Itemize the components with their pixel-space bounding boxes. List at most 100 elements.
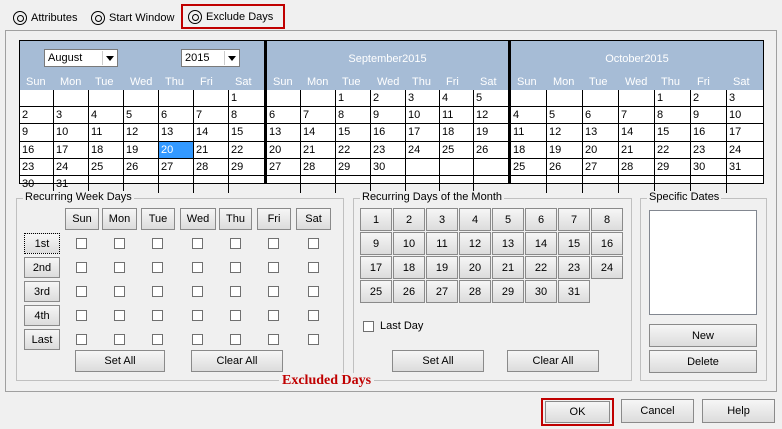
weekday-checkbox[interactable] — [268, 310, 279, 321]
weekday-column-mon[interactable]: Mon — [102, 208, 137, 230]
calendar-day[interactable]: 12 — [124, 124, 159, 141]
calendar-day[interactable]: 6 — [583, 107, 619, 124]
calendar-day[interactable]: 29 — [655, 158, 691, 175]
weekday-column-fri[interactable]: Fri — [257, 208, 291, 230]
calendar-day[interactable]: 20 — [583, 141, 619, 158]
calendar-day[interactable]: 19 — [474, 124, 508, 140]
calendar-day[interactable]: 3 — [406, 90, 440, 107]
month-clear-all-button[interactable]: Clear All — [507, 350, 599, 372]
weekday-checkbox[interactable] — [192, 238, 203, 249]
calendar-day[interactable]: 21 — [619, 141, 655, 158]
month-day-button[interactable]: 9 — [360, 232, 392, 255]
calendar-day[interactable]: 13 — [583, 124, 619, 141]
calendar-day[interactable]: 16 — [371, 124, 406, 141]
calendar-day[interactable]: 31 — [727, 159, 763, 175]
weekday-checkbox[interactable] — [268, 262, 279, 273]
weekday-checkbox[interactable] — [113, 262, 125, 273]
calendar-day[interactable]: 7 — [619, 107, 655, 124]
calendar-day[interactable]: 10 — [406, 107, 440, 124]
month-day-button[interactable]: 10 — [393, 232, 425, 255]
month-day-button[interactable]: 13 — [492, 232, 524, 255]
weekday-column-wed[interactable]: Wed — [180, 208, 216, 230]
calendar-day[interactable]: 26 — [124, 158, 159, 175]
calendar-day[interactable]: 15 — [655, 124, 691, 141]
weekday-checkbox[interactable] — [229, 334, 241, 345]
month-day-button[interactable]: 7 — [558, 208, 590, 231]
calendar-day[interactable]: 25 — [440, 141, 474, 158]
calendar-day[interactable]: 3 — [727, 90, 763, 106]
calendar-day[interactable]: 6 — [159, 107, 194, 124]
weekday-checkbox[interactable] — [229, 262, 241, 273]
month-day-button[interactable]: 1 — [360, 208, 392, 231]
month-day-button[interactable]: 18 — [393, 256, 425, 279]
tab-start-window[interactable]: Start Window — [86, 7, 179, 29]
calendar-day[interactable]: 3 — [54, 107, 89, 124]
calendar-day[interactable]: 5 — [474, 90, 508, 106]
calendar-day[interactable]: 18 — [440, 124, 474, 141]
calendar-day[interactable]: 30 — [371, 158, 406, 175]
month-day-button[interactable]: 23 — [558, 256, 590, 279]
month-set-all-button[interactable]: Set All — [392, 350, 484, 372]
calendar-day[interactable]: 21 — [194, 141, 229, 158]
calendar-day[interactable]: 17 — [727, 124, 763, 140]
weekday-checkbox[interactable] — [229, 310, 241, 321]
weekday-checkbox[interactable] — [152, 286, 163, 297]
calendar-day[interactable]: 27 — [583, 158, 619, 175]
calendar-day[interactable]: 8 — [229, 107, 264, 123]
month-day-button[interactable]: 22 — [525, 256, 557, 279]
month-day-button[interactable]: 15 — [558, 232, 590, 255]
calendar-day[interactable]: 10 — [54, 124, 89, 141]
calendar-day[interactable]: 19 — [547, 141, 583, 158]
calendar-day[interactable]: 1 — [655, 90, 691, 107]
calendar-day[interactable]: 18 — [89, 141, 124, 158]
last-day-checkbox[interactable] — [363, 321, 374, 332]
weekday-checkbox[interactable] — [76, 334, 87, 345]
calendar-day[interactable]: 4 — [511, 107, 547, 124]
week-clear-all-button[interactable]: Clear All — [191, 350, 283, 372]
month-day-button[interactable]: 11 — [426, 232, 458, 255]
weekday-column-tue[interactable]: Tue — [141, 208, 175, 230]
month-day-button[interactable]: 3 — [426, 208, 458, 231]
weekday-checkbox[interactable] — [307, 334, 319, 345]
month-day-button[interactable]: 2 — [393, 208, 425, 231]
month-day-button[interactable]: 16 — [591, 232, 623, 255]
weekday-checkbox[interactable] — [113, 286, 125, 297]
calendar-day[interactable]: 5 — [547, 107, 583, 124]
calendar-day[interactable]: 12 — [547, 124, 583, 141]
weekday-checkbox[interactable] — [307, 238, 319, 249]
calendar-day[interactable]: 2 — [371, 90, 406, 107]
calendar-day[interactable]: 20 — [159, 141, 194, 158]
weekday-checkbox[interactable] — [76, 238, 87, 249]
weekday-column-sun[interactable]: Sun — [65, 208, 99, 230]
calendar-day[interactable]: 23 — [371, 141, 406, 158]
weekday-checkbox[interactable] — [307, 286, 319, 297]
calendar-day[interactable]: 22 — [336, 141, 371, 158]
calendar-day[interactable]: 8 — [655, 107, 691, 124]
calendar-day[interactable]: 9 — [371, 107, 406, 124]
specific-dates-list[interactable] — [649, 210, 757, 315]
calendar-day[interactable]: 5 — [124, 107, 159, 124]
calendar-day[interactable]: 7 — [194, 107, 229, 124]
calendar-day[interactable]: 9 — [20, 124, 54, 141]
weekday-checkbox[interactable] — [113, 238, 125, 249]
weekday-checkbox[interactable] — [307, 262, 319, 273]
month-day-button[interactable]: 4 — [459, 208, 491, 231]
weekday-checkbox[interactable] — [307, 310, 319, 321]
month-day-button[interactable]: 19 — [426, 256, 458, 279]
weekday-checkbox[interactable] — [76, 286, 87, 297]
calendar-day[interactable]: 24 — [727, 142, 763, 158]
week-row-last[interactable]: Last — [24, 329, 60, 350]
calendar-day[interactable]: 29 — [336, 158, 371, 175]
week-row-3rd[interactable]: 3rd — [24, 281, 60, 302]
calendar-day[interactable]: 17 — [406, 124, 440, 141]
calendar-day[interactable]: 14 — [301, 124, 336, 141]
calendar-day[interactable]: 25 — [89, 158, 124, 175]
calendar-day[interactable]: 8 — [336, 107, 371, 124]
calendar-day[interactable]: 9 — [691, 107, 727, 124]
tab-attributes[interactable]: Attributes — [8, 7, 82, 29]
calendar-day[interactable]: 6 — [267, 107, 301, 124]
calendar-day[interactable]: 22 — [229, 142, 264, 158]
calendar-day[interactable]: 4 — [89, 107, 124, 124]
calendar-day[interactable]: 20 — [267, 141, 301, 158]
calendar-day[interactable]: 29 — [229, 159, 264, 175]
